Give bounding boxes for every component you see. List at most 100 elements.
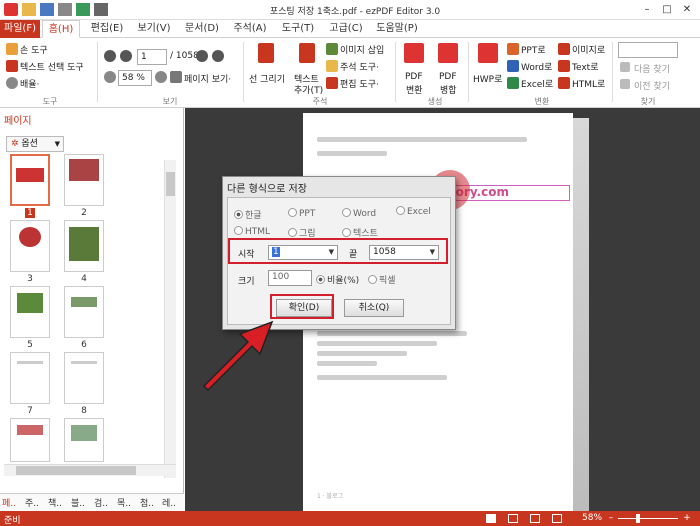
text-convert-button[interactable]: Text로 — [572, 60, 598, 73]
tab-view[interactable]: 보기(V) — [132, 20, 176, 38]
line-draw-button[interactable]: 선 그리기 — [249, 72, 285, 85]
zoom-in-icon[interactable] — [155, 71, 167, 83]
zoom-button[interactable]: 배율· — [20, 77, 39, 90]
panel-tab-blocks[interactable]: 블.. — [71, 496, 85, 509]
end-page-select[interactable]: 1058 ▼ — [369, 245, 439, 260]
print-icon[interactable] — [58, 3, 72, 16]
find-input[interactable] — [618, 42, 678, 58]
prev-page-icon[interactable] — [120, 50, 132, 62]
start-page-value: 1 — [272, 247, 280, 257]
find-next-button[interactable]: 다음 찾기 — [634, 62, 670, 75]
image-convert-button[interactable]: 이미지로 — [572, 43, 605, 56]
panel-tab-attachments[interactable]: 첨.. — [140, 496, 154, 509]
page-thumbnail[interactable] — [64, 352, 104, 404]
next-page-icon[interactable] — [196, 50, 208, 62]
first-page-icon[interactable] — [104, 50, 116, 62]
refresh-icon[interactable] — [76, 3, 90, 16]
ribbon-separator — [97, 42, 98, 102]
page-thumbnail[interactable] — [64, 220, 104, 272]
format-radio-excel[interactable]: Excel — [396, 206, 431, 217]
panel-tab-bookmarks[interactable]: 책.. — [48, 496, 62, 509]
radio-dot-icon — [342, 208, 351, 217]
page-thumbnail[interactable] — [10, 154, 50, 206]
zoom-out-icon[interactable] — [104, 71, 116, 83]
zoom-slider-thumb[interactable] — [636, 514, 640, 523]
single-page-view-icon[interactable] — [486, 514, 496, 523]
size-input[interactable]: 100 — [268, 270, 312, 286]
open-folder-icon[interactable] — [22, 3, 36, 16]
format-radio-word[interactable]: Word — [342, 208, 376, 219]
panel-tab-pages[interactable]: 페.. — [2, 496, 16, 509]
panel-tab-search[interactable]: 검.. — [94, 496, 108, 509]
zoom-out-icon[interactable]: – — [606, 513, 616, 523]
page-thumbnail[interactable] — [10, 418, 50, 462]
find-prev-button[interactable]: 이전 찾기 — [634, 79, 670, 92]
tab-document[interactable]: 문서(D) — [180, 20, 224, 38]
tab-help[interactable]: 도움말(P) — [372, 20, 422, 38]
tab-annotation[interactable]: 주석(A) — [228, 20, 272, 38]
last-page-icon[interactable] — [212, 50, 224, 62]
page-thumbnail[interactable] — [10, 352, 50, 404]
page-number-label: 3 — [27, 274, 33, 284]
end-page-value: 1058 — [373, 247, 396, 257]
options-button[interactable]: ✲ 옵션 ▼ — [6, 136, 64, 152]
quick-access-icon[interactable] — [94, 3, 108, 16]
thumbnail-list[interactable]: 1 2 3 4 5 6 7 8 — [0, 154, 164, 474]
window-title: 포스팅 저장 1축소.pdf - ezPDF Editor 3.0 — [269, 7, 441, 17]
size-pixel-radio[interactable]: 픽셀 — [368, 273, 396, 286]
blurred-text-line — [317, 361, 377, 366]
thumbnail-horizontal-scrollbar[interactable] — [4, 464, 176, 476]
pdf-convert-button[interactable]: PDF — [405, 72, 423, 82]
zoom-level-input[interactable]: 58 % — [118, 70, 152, 86]
format-radio-text[interactable]: 텍스트 — [342, 226, 378, 239]
zoom-slider[interactable] — [618, 518, 678, 519]
size-ratio-radio[interactable]: 비율(%) — [316, 273, 359, 286]
tab-edit[interactable]: 편집(E) — [86, 20, 128, 38]
page-thumbnail[interactable] — [64, 418, 104, 462]
format-radio-html[interactable]: HTML — [234, 226, 270, 237]
tab-tools[interactable]: 도구(T) — [276, 20, 320, 38]
excel-convert-button[interactable]: Excel로 — [521, 77, 553, 90]
maximize-button[interactable]: □ — [660, 3, 674, 16]
word-convert-button[interactable]: Word로 — [521, 60, 552, 73]
format-radio-hwp[interactable]: 한글 — [234, 208, 262, 221]
format-label: 한글 — [245, 211, 262, 221]
tab-home[interactable]: 홈(H) — [42, 20, 80, 38]
image-insert-button[interactable]: 이미지 삽입 — [340, 43, 384, 56]
start-page-select[interactable]: 1 ▼ — [268, 245, 338, 260]
thumbnail-vertical-scrollbar[interactable] — [164, 160, 176, 478]
tab-file[interactable]: 파일(F) — [0, 20, 40, 38]
panel-tab-annotations[interactable]: 주.. — [25, 496, 39, 509]
panel-tab-toc[interactable]: 목.. — [117, 496, 131, 509]
text-select-button[interactable]: 텍스트 선택 도구 — [20, 60, 84, 73]
page-thumbnail[interactable] — [64, 286, 104, 338]
annotation-tool-button[interactable]: 주석 도구· — [340, 60, 379, 73]
pdf-merge-button[interactable]: PDF — [439, 72, 457, 82]
close-button[interactable]: ✕ — [680, 3, 694, 16]
page-view-button[interactable]: 페이지 보기· — [184, 72, 231, 85]
zoom-in-icon[interactable]: + — [682, 513, 692, 523]
html-convert-button[interactable]: HTML로 — [572, 77, 605, 90]
text-add-icon — [299, 43, 315, 63]
two-page-continuous-icon[interactable] — [552, 514, 562, 523]
save-icon[interactable] — [40, 3, 54, 16]
format-radio-image[interactable]: 그림 — [288, 226, 316, 239]
hwp-convert-button[interactable]: HWP로 — [473, 72, 502, 85]
ppt-convert-button[interactable]: PPT로 — [521, 43, 546, 56]
tab-advanced[interactable]: 고급(C) — [324, 20, 368, 38]
page-thumbnail[interactable] — [10, 286, 50, 338]
edit-tool-button[interactable]: 편집 도구· — [340, 77, 379, 90]
panel-tab-layers[interactable]: 레.. — [162, 496, 176, 509]
page-thumbnail[interactable] — [64, 154, 104, 206]
format-radio-ppt[interactable]: PPT — [288, 208, 315, 219]
page-thumbnail[interactable] — [10, 220, 50, 272]
pdf-merge-button-line2: 병합 — [440, 86, 457, 96]
radio-dot-icon — [316, 275, 325, 284]
hand-tool-button[interactable]: 손 도구 — [20, 43, 48, 56]
continuous-view-icon[interactable] — [508, 514, 518, 523]
page-number-input[interactable]: 1 — [137, 49, 167, 65]
cancel-button[interactable]: 취소(Q) — [344, 299, 404, 317]
format-label: Excel — [407, 207, 431, 217]
two-page-view-icon[interactable] — [530, 514, 540, 523]
minimize-button[interactable]: – — [640, 3, 654, 16]
